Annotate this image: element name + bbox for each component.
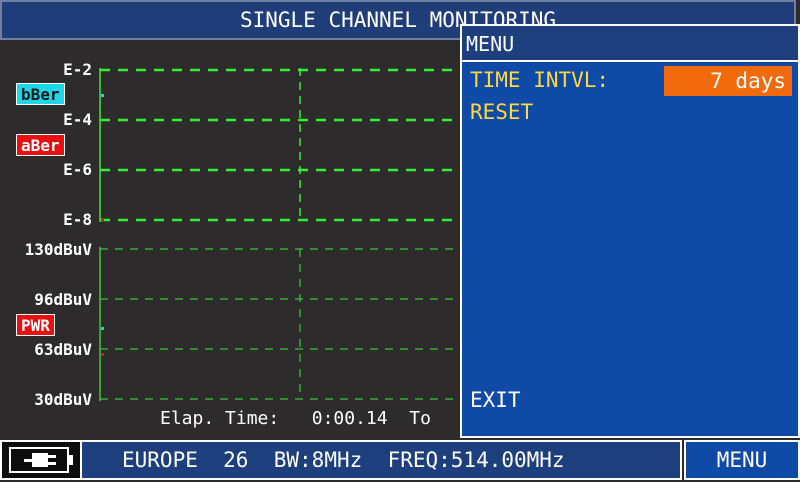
elapsed-value: 0:00.14 (311, 408, 388, 429)
power-plug-icon (9, 447, 73, 473)
channel-number: 26 (223, 448, 249, 472)
menu-softkey-label: MENU (716, 448, 768, 472)
pwr-tick-label: 30dBuV (34, 390, 92, 409)
menu-header: MENU (462, 26, 798, 62)
pwr-tick-label: 63dBuV (34, 340, 92, 359)
bber-sample-point (101, 94, 104, 97)
pwr-sample-point-red (101, 353, 104, 356)
pwr-legend-tag: PWR (16, 314, 55, 336)
bandwidth-label: BW:8MHz (273, 448, 363, 472)
bber-legend-tag: bBer (16, 83, 65, 105)
time-interval-value[interactable]: 7 days (664, 66, 792, 96)
ber-tick-label: E-2 (63, 60, 92, 79)
frequency-label: FREQ:514.00MHz (387, 448, 565, 472)
ber-tick-label: E-8 (63, 210, 92, 229)
time-interval-item[interactable]: TIME INTVL: (470, 68, 609, 92)
pwr-sample-point-cyan (101, 327, 104, 330)
battery-box (2, 442, 82, 478)
menu-softkey-button[interactable]: MENU (684, 440, 800, 480)
elapsed-time-row: Elap. Time: 0:00.14 To (160, 408, 431, 429)
aber-sample-point (101, 218, 104, 221)
region-label: EUROPE (122, 448, 198, 472)
status-bar: EUROPE 26 BW:8MHz FREQ:514.00MHz (0, 440, 682, 480)
menu-panel: MENU TIME INTVL: 7 days RESET EXIT (460, 24, 800, 438)
ber-tick-label: E-4 (63, 110, 92, 129)
pwr-tick-label: 130dBuV (24, 240, 92, 259)
reset-item[interactable]: RESET (470, 100, 533, 124)
ber-axes (99, 68, 301, 222)
channel-info: EUROPE 26 BW:8MHz FREQ:514.00MHz (122, 448, 565, 472)
elapsed-label: Elap. Time: (160, 408, 280, 429)
aber-legend-tag: aBer (16, 134, 65, 156)
ber-tick-label: E-6 (63, 160, 92, 179)
pwr-tick-label: 96dBuV (34, 290, 92, 309)
exit-item[interactable]: EXIT (470, 388, 521, 412)
pwr-graph (100, 248, 460, 400)
ber-graph (100, 68, 460, 222)
total-time-partial: To (409, 408, 431, 429)
